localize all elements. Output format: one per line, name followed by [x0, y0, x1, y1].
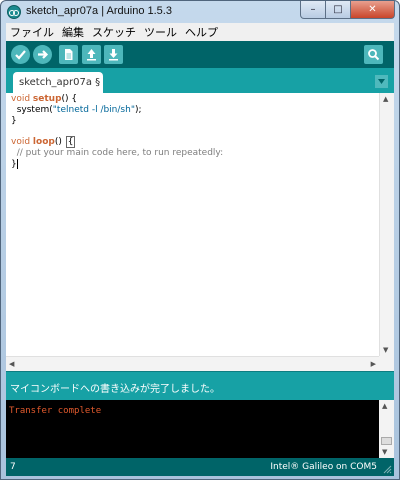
code-line: }: [11, 116, 376, 127]
code-line: void loop() {: [11, 136, 376, 149]
string-literal: "telnetd -l /bin/sh": [52, 104, 135, 115]
menu-edit[interactable]: 編集: [58, 24, 88, 40]
open-icon: [87, 49, 96, 61]
console-panel[interactable]: Transfer complete ▲ ▼: [6, 400, 394, 458]
function-name: loop: [32, 137, 55, 148]
status-bar: マイコンボードへの書き込みが完了しました。: [6, 371, 394, 400]
serial-monitor-icon: [368, 49, 380, 61]
code-text: }: [11, 115, 17, 126]
window-controls: – □ ✕: [300, 1, 395, 19]
code-editor[interactable]: void setup() { system("telnetd -l /bin/s…: [6, 93, 394, 371]
upload-icon: [38, 50, 49, 59]
board-info: Intel® Galileo on COM5: [270, 462, 377, 472]
text-caret: [16, 158, 18, 169]
tab-bar: sketch_apr07a §: [6, 68, 394, 93]
scroll-left-icon[interactable]: ◀: [9, 360, 14, 368]
maximize-button[interactable]: □: [326, 1, 351, 19]
arduino-logo-icon: [7, 5, 21, 19]
code-text: system(: [11, 104, 53, 115]
console-output: Transfer complete: [9, 406, 102, 416]
function-name: setup: [32, 94, 62, 104]
code-comment: // put your main code here, to run repea…: [11, 147, 224, 158]
editor-horizontal-scrollbar[interactable]: ◀ ▶: [6, 356, 379, 371]
tab-sketch[interactable]: sketch_apr07a §: [13, 72, 103, 93]
serial-monitor-button[interactable]: [364, 45, 383, 64]
code-text: (): [54, 137, 65, 148]
tab-menu-button[interactable]: [375, 75, 388, 88]
code-area[interactable]: void setup() { system("telnetd -l /bin/s…: [11, 94, 376, 356]
scroll-right-icon[interactable]: ▶: [371, 360, 376, 368]
menu-help[interactable]: ヘルプ: [181, 24, 222, 40]
new-button[interactable]: [59, 45, 78, 64]
toolbar: [6, 41, 394, 68]
verify-button[interactable]: [11, 45, 30, 64]
save-icon: [109, 49, 118, 61]
menu-sketch[interactable]: スケッチ: [88, 24, 140, 40]
console-scrollbar[interactable]: ▲ ▼: [379, 400, 394, 458]
matched-bracket: {: [65, 136, 76, 149]
scroll-thumb[interactable]: [381, 437, 392, 445]
chevron-down-icon: [378, 79, 385, 84]
menu-tools[interactable]: ツール: [140, 24, 181, 40]
verify-icon: [15, 50, 26, 60]
footer-bar: 7 Intel® Galileo on COM5: [6, 458, 394, 476]
arduino-window: sketch_apr07a | Arduino 1.5.3 – □ ✕ ファイル…: [0, 0, 400, 480]
code-line: }: [11, 158, 376, 170]
scroll-up-icon[interactable]: ▲: [383, 95, 388, 103]
code-line: system("telnetd -l /bin/sh");: [11, 105, 376, 116]
title-bar: sketch_apr07a | Arduino 1.5.3 – □ ✕: [1, 1, 399, 23]
upload-button[interactable]: [33, 45, 52, 64]
status-message: マイコンボードへの書き込みが完了しました。: [10, 384, 220, 395]
scrollbar-corner: [379, 356, 394, 371]
window-title: sketch_apr07a | Arduino 1.5.3: [26, 5, 172, 17]
editor-vertical-scrollbar[interactable]: ▲ ▼: [379, 93, 394, 356]
keyword: void: [11, 94, 31, 104]
code-text: () {: [61, 94, 78, 104]
line-number: 7: [10, 462, 16, 472]
save-button[interactable]: [104, 45, 123, 64]
scroll-down-icon[interactable]: ▼: [382, 448, 387, 456]
minimize-button[interactable]: –: [300, 1, 326, 19]
open-button[interactable]: [82, 45, 101, 64]
code-line: void setup() {: [11, 94, 376, 105]
menu-file[interactable]: ファイル: [6, 24, 58, 40]
scroll-down-icon[interactable]: ▼: [383, 346, 388, 354]
resize-grip-icon[interactable]: [382, 464, 392, 474]
code-line: // put your main code here, to run repea…: [11, 148, 376, 159]
code-text: );: [134, 104, 142, 115]
keyword: void: [11, 137, 31, 148]
scroll-up-icon[interactable]: ▲: [382, 402, 387, 410]
new-icon: [65, 49, 73, 60]
menu-bar: ファイル 編集 スケッチ ツール ヘルプ: [6, 23, 394, 41]
close-button[interactable]: ✕: [351, 1, 395, 19]
